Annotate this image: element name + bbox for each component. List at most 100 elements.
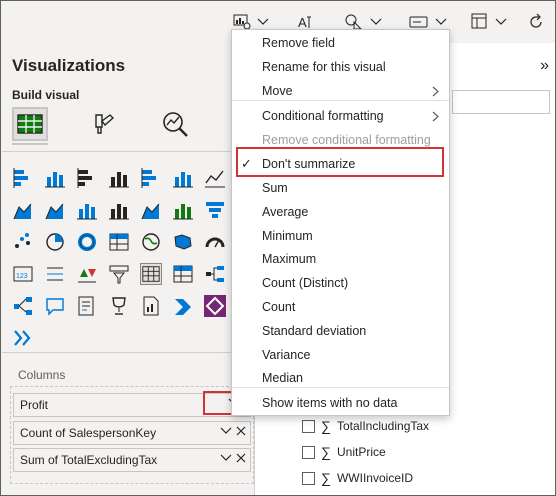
menu-item-label: Rename for this visual bbox=[262, 60, 386, 74]
stacked-bar-icon bbox=[13, 168, 28, 188]
sigma-icon: ∑ bbox=[321, 444, 331, 460]
paginated-report-icon bbox=[143, 296, 159, 316]
more-visuals-icon bbox=[14, 330, 31, 346]
menu-item-label: Show items with no data bbox=[262, 396, 398, 410]
visual-type-button[interactable] bbox=[140, 199, 162, 221]
pane-title: Visualizations bbox=[12, 56, 126, 75]
gauge-icon bbox=[205, 237, 225, 248]
line-clustered-column-icon bbox=[77, 204, 97, 220]
menu-item-variance[interactable]: Variance bbox=[232, 343, 449, 367]
data-field-item[interactable]: ∑ UnitPrice bbox=[302, 441, 386, 463]
visual-type-button[interactable] bbox=[108, 231, 130, 253]
visual-type-button[interactable] bbox=[76, 263, 98, 285]
visual-type-button[interactable] bbox=[76, 167, 98, 189]
line-chart-icon bbox=[205, 170, 225, 188]
menu-item-show-items-with-no-data[interactable]: Show items with no data bbox=[232, 391, 449, 415]
visual-type-button[interactable] bbox=[44, 231, 66, 253]
chevron-down-icon[interactable] bbox=[220, 454, 232, 462]
menu-item-conditional-formatting[interactable]: Conditional formatting bbox=[232, 104, 449, 128]
visual-type-button[interactable] bbox=[204, 231, 226, 253]
active-tab-underline bbox=[12, 143, 48, 145]
section-divider bbox=[2, 352, 254, 353]
collapse-pane-button[interactable]: » bbox=[540, 57, 549, 75]
waterfall-icon bbox=[173, 204, 193, 220]
menu-item-sum[interactable]: Sum bbox=[232, 176, 449, 200]
build-visual-icon bbox=[17, 114, 43, 134]
visual-type-button[interactable] bbox=[44, 199, 66, 221]
checkbox[interactable] bbox=[302, 445, 315, 459]
sigma-icon: ∑ bbox=[321, 470, 331, 486]
visual-type-button[interactable] bbox=[172, 199, 194, 221]
visual-type-button[interactable]: 123 bbox=[12, 263, 34, 285]
menu-item-minimum[interactable]: Minimum bbox=[232, 224, 449, 248]
visual-type-button[interactable] bbox=[140, 167, 162, 189]
menu-item-label: Median bbox=[262, 371, 303, 385]
visual-type-button[interactable] bbox=[172, 231, 194, 253]
visual-type-button[interactable] bbox=[12, 167, 34, 189]
visual-type-button[interactable] bbox=[76, 199, 98, 221]
format-visual-tab[interactable] bbox=[85, 107, 121, 141]
visual-type-button[interactable] bbox=[108, 263, 130, 285]
data-field-item[interactable]: ∑ TotalIncludingTax bbox=[302, 415, 429, 437]
visual-type-button[interactable] bbox=[44, 167, 66, 189]
page-icon bbox=[471, 13, 487, 29]
menu-item-maximum[interactable]: Maximum bbox=[232, 247, 449, 271]
field-pill-sum-totalexcludingtax[interactable]: Sum of TotalExcludingTax bbox=[13, 448, 251, 472]
visual-type-button[interactable] bbox=[12, 199, 34, 221]
visual-type-button[interactable] bbox=[108, 295, 130, 317]
visual-type-button[interactable] bbox=[172, 167, 194, 189]
checkbox[interactable] bbox=[302, 471, 315, 485]
visual-type-button[interactable] bbox=[140, 231, 162, 253]
visual-type-button[interactable] bbox=[108, 167, 130, 189]
refresh-button[interactable] bbox=[527, 9, 545, 35]
visual-type-button[interactable] bbox=[12, 327, 34, 349]
menu-item-count[interactable]: Count bbox=[232, 295, 449, 319]
page-button[interactable] bbox=[471, 9, 507, 35]
menu-item-label: Variance bbox=[262, 348, 311, 362]
visual-type-button[interactable] bbox=[140, 295, 162, 317]
checkbox[interactable] bbox=[302, 419, 315, 433]
close-icon[interactable] bbox=[236, 453, 246, 463]
visual-type-button[interactable] bbox=[44, 263, 66, 285]
close-icon[interactable] bbox=[236, 426, 246, 436]
menu-item-count-distinct[interactable]: Count (Distinct) bbox=[232, 271, 449, 295]
menu-item-remove-field[interactable]: Remove field bbox=[232, 31, 449, 55]
data-field-label: TotalIncludingTax bbox=[336, 419, 430, 433]
visual-type-button[interactable] bbox=[12, 231, 34, 253]
donut-icon bbox=[78, 233, 96, 251]
menu-item-standard-deviation[interactable]: Standard deviation bbox=[232, 319, 449, 343]
slicer-icon bbox=[109, 265, 129, 284]
visual-type-button[interactable] bbox=[76, 295, 98, 317]
analytics-icon bbox=[163, 112, 188, 137]
menu-item-average[interactable]: Average bbox=[232, 200, 449, 224]
visual-type-button[interactable] bbox=[204, 295, 226, 317]
table-icon bbox=[142, 266, 160, 282]
kpi-icon bbox=[78, 269, 96, 283]
area-chart-icon bbox=[13, 203, 32, 220]
field-pill-count-salespersonkey[interactable]: Count of SalespersonKey bbox=[13, 421, 251, 445]
menu-separator bbox=[232, 100, 449, 101]
visual-type-button[interactable] bbox=[44, 295, 66, 317]
search-input[interactable] bbox=[452, 90, 550, 114]
map-icon bbox=[142, 233, 160, 251]
visual-type-button[interactable] bbox=[204, 167, 226, 189]
analytics-tab[interactable] bbox=[157, 107, 193, 141]
visual-type-button[interactable] bbox=[140, 263, 162, 285]
data-field-item[interactable]: ∑ WWIInvoiceID bbox=[302, 467, 413, 489]
chevron-down-icon bbox=[257, 18, 269, 25]
chevron-down-icon[interactable] bbox=[220, 427, 232, 435]
visual-type-button[interactable] bbox=[172, 295, 194, 317]
line-stacked-column-icon bbox=[109, 204, 129, 220]
visual-type-button[interactable] bbox=[172, 263, 194, 285]
visual-type-button[interactable] bbox=[204, 199, 226, 221]
visual-type-button[interactable] bbox=[76, 231, 98, 253]
build-visual-tab[interactable] bbox=[12, 107, 48, 141]
visual-type-button[interactable] bbox=[204, 263, 226, 285]
visual-type-button[interactable] bbox=[108, 199, 130, 221]
visual-type-button[interactable] bbox=[12, 295, 34, 317]
pane-divider bbox=[2, 151, 254, 152]
power-apps-icon bbox=[204, 295, 226, 317]
clustered-column-icon bbox=[109, 172, 129, 188]
multirow-card-icon bbox=[47, 267, 63, 281]
menu-item-rename-for-this-visual[interactable]: Rename for this visual bbox=[232, 55, 449, 79]
